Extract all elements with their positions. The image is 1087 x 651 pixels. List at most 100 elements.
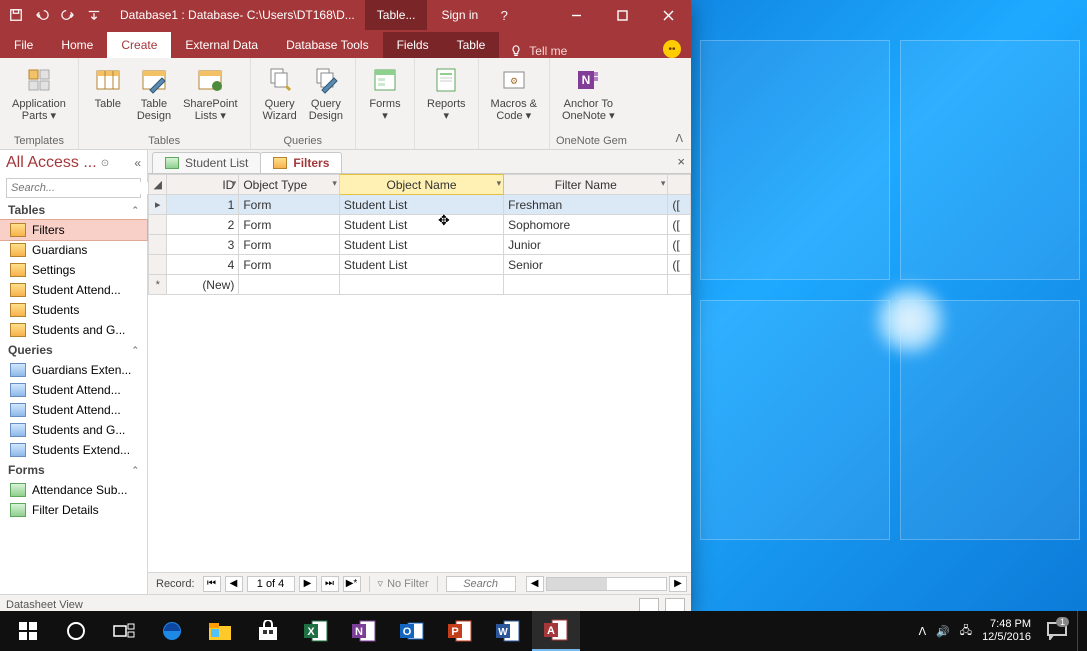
record-search-input[interactable]: [446, 576, 516, 592]
help-icon[interactable]: ?: [492, 4, 516, 26]
nav-item[interactable]: Students and G...: [0, 320, 147, 340]
nav-group-tables[interactable]: Tables⌃: [0, 200, 147, 220]
system-tray[interactable]: ᐱ 🔊 🖧 7:48 PM 12/5/2016: [919, 618, 1037, 644]
row-selector[interactable]: ▸: [149, 195, 167, 215]
task-view-button[interactable]: [100, 611, 148, 651]
new-row[interactable]: *(New): [149, 275, 691, 295]
macros-code-button[interactable]: ⚙Macros & Code ▾: [485, 60, 543, 135]
doc-tab-filters[interactable]: Filters: [260, 152, 342, 173]
record-prev-button[interactable]: ◀: [225, 576, 243, 592]
nav-item[interactable]: Student Attend...: [0, 380, 147, 400]
cortana-button[interactable]: [52, 611, 100, 651]
select-all-corner[interactable]: ◢: [149, 175, 167, 195]
tab-fields[interactable]: Fields: [383, 32, 443, 58]
nav-item[interactable]: Guardians Exten...: [0, 360, 147, 380]
table-row[interactable]: ▸ 1FormStudent ListFreshman([: [149, 195, 691, 215]
feedback-smiley-icon[interactable]: ••: [663, 40, 681, 58]
application-parts-button[interactable]: Application Parts ▾: [6, 60, 72, 135]
datasheet-grid[interactable]: ◢ ID▾ Object Type▾ Object Name▾ Filter N…: [148, 174, 691, 572]
maximize-button[interactable]: [599, 0, 645, 30]
record-new-button[interactable]: ▶*: [343, 576, 361, 592]
nav-group-forms[interactable]: Forms⌃: [0, 460, 147, 480]
save-icon[interactable]: [4, 4, 28, 26]
taskbar-explorer[interactable]: [196, 611, 244, 651]
scroll-left-button[interactable]: ◀: [526, 576, 544, 592]
sharepoint-lists-button[interactable]: SharePoint Lists ▾: [177, 60, 243, 135]
shutter-close-icon[interactable]: «: [134, 156, 141, 170]
show-desktop-button[interactable]: [1077, 611, 1083, 651]
design-view-button[interactable]: [665, 598, 685, 612]
nav-item[interactable]: Student Attend...: [0, 280, 147, 300]
filter-icon[interactable]: ▿: [378, 577, 384, 590]
nav-item[interactable]: Attendance Sub...: [0, 480, 147, 500]
taskbar-edge[interactable]: [148, 611, 196, 651]
tab-database-tools[interactable]: Database Tools: [272, 32, 383, 58]
col-id[interactable]: ID▾: [167, 175, 239, 195]
nav-item[interactable]: Filter Details: [0, 500, 147, 520]
anchor-onenote-button[interactable]: NAnchor To OneNote ▾: [556, 60, 621, 135]
start-button[interactable]: [4, 611, 52, 651]
taskbar-excel[interactable]: X: [292, 611, 340, 651]
tab-create[interactable]: Create: [107, 32, 171, 58]
undo-icon[interactable]: [30, 4, 54, 26]
nav-group-queries[interactable]: Queries⌃: [0, 340, 147, 360]
minimize-button[interactable]: [553, 0, 599, 30]
volume-icon[interactable]: 🔊: [936, 625, 950, 638]
nav-item[interactable]: Students and G...: [0, 420, 147, 440]
sign-in-link[interactable]: Sign in: [427, 8, 492, 22]
reports-button[interactable]: Reports ▾: [421, 60, 472, 135]
tray-overflow-icon[interactable]: ᐱ: [919, 625, 927, 638]
qat-customize-icon[interactable]: [82, 4, 106, 26]
tell-me[interactable]: Tell me: [499, 44, 577, 58]
row-selector[interactable]: [149, 255, 167, 275]
col-extra[interactable]: [668, 175, 691, 195]
table-button[interactable]: Table: [85, 60, 131, 135]
nav-pane-header[interactable]: All Access ... ⊙ «: [0, 150, 147, 176]
forms-button[interactable]: Forms ▾: [362, 60, 408, 135]
nav-item[interactable]: Guardians: [0, 240, 147, 260]
nav-item[interactable]: Students Extend...: [0, 440, 147, 460]
datasheet-view-button[interactable]: [639, 598, 659, 612]
record-first-button[interactable]: ⏮: [203, 576, 221, 592]
collapse-ribbon-icon[interactable]: ᐱ: [675, 132, 683, 145]
nav-item[interactable]: Filters: [0, 220, 147, 240]
tab-table[interactable]: Table: [443, 32, 500, 58]
scrollbar-track[interactable]: [546, 577, 667, 591]
nav-item[interactable]: Settings: [0, 260, 147, 280]
col-object-type[interactable]: Object Type▾: [239, 175, 340, 195]
table-row[interactable]: 4FormStudent ListSenior([: [149, 255, 691, 275]
record-position-input[interactable]: [247, 576, 295, 592]
scroll-right-button[interactable]: ▶: [669, 576, 687, 592]
taskbar-access[interactable]: A: [532, 611, 580, 651]
table-row[interactable]: 2FormStudent ListSophomore([: [149, 215, 691, 235]
nav-item[interactable]: Students: [0, 300, 147, 320]
nav-search-input[interactable]: [7, 182, 158, 194]
taskbar-onenote[interactable]: N: [340, 611, 388, 651]
row-selector[interactable]: [149, 215, 167, 235]
taskbar-store[interactable]: [244, 611, 292, 651]
taskbar-powerpoint[interactable]: P: [436, 611, 484, 651]
taskbar-word[interactable]: W: [484, 611, 532, 651]
query-wizard-button[interactable]: Query Wizard: [257, 60, 303, 135]
record-last-button[interactable]: ⏭: [321, 576, 339, 592]
contextual-tab-label[interactable]: Table...: [365, 0, 428, 30]
table-row[interactable]: 3FormStudent ListJunior([: [149, 235, 691, 255]
taskbar-clock[interactable]: 7:48 PM 12/5/2016: [982, 618, 1031, 644]
network-icon[interactable]: 🖧: [960, 622, 972, 641]
horizontal-scrollbar[interactable]: ◀ ▶: [526, 576, 687, 592]
taskbar-outlook[interactable]: O: [388, 611, 436, 651]
redo-icon[interactable]: [56, 4, 80, 26]
action-center-button[interactable]: 1: [1037, 611, 1077, 651]
table-design-button[interactable]: Table Design: [131, 60, 177, 135]
row-selector[interactable]: [149, 235, 167, 255]
col-object-name[interactable]: Object Name▾: [339, 175, 503, 195]
close-tab-icon[interactable]: ×: [677, 154, 685, 169]
doc-tab-student-list[interactable]: Student List: [152, 152, 261, 173]
query-design-button[interactable]: Query Design: [303, 60, 349, 135]
tab-external-data[interactable]: External Data: [171, 32, 272, 58]
col-filter-name[interactable]: Filter Name▾: [504, 175, 668, 195]
tab-home[interactable]: Home: [47, 32, 107, 58]
tab-file[interactable]: File: [0, 32, 47, 58]
record-next-button[interactable]: ▶: [299, 576, 317, 592]
close-button[interactable]: [645, 0, 691, 30]
